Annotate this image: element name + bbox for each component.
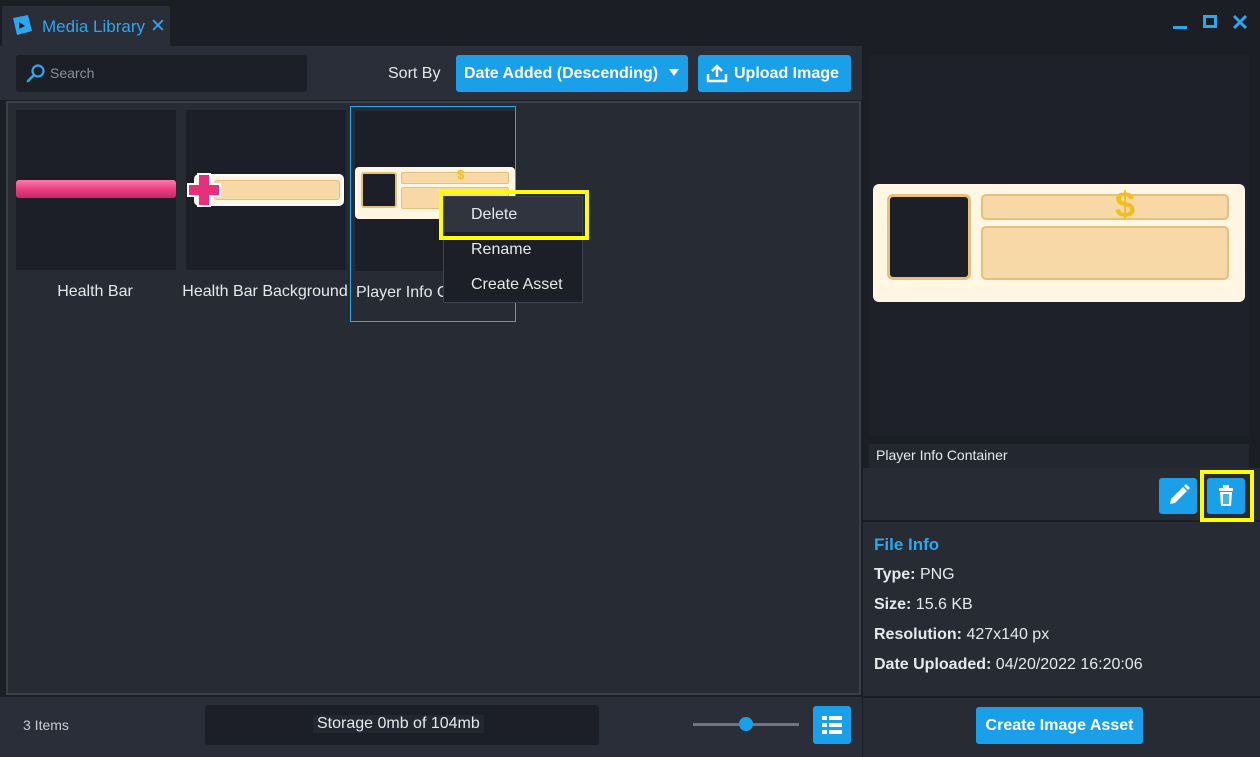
search-box[interactable]: [16, 55, 307, 92]
asset-label: Health Bar Background: [182, 283, 348, 300]
library-status-bar: 3 Items Storage 0mb of 104mb: [0, 697, 862, 757]
context-menu-rename[interactable]: Rename: [444, 232, 582, 267]
sort-dropdown-value: Date Added (Descending): [464, 64, 659, 82]
file-size-value: 15.6 KB: [915, 596, 973, 613]
asset-tile-health-bar[interactable]: Health Bar: [12, 106, 178, 322]
dollar-icon: $: [457, 167, 465, 182]
media-library-window: Media Library ✕ Sort By Date Added (: [0, 0, 1260, 757]
context-menu-delete[interactable]: Delete: [444, 197, 582, 232]
right-panel-footer: Create Image Asset: [863, 698, 1260, 757]
file-date-label: Date Uploaded:: [874, 656, 992, 673]
sort-dropdown[interactable]: Date Added (Descending): [456, 55, 688, 92]
search-input[interactable]: [50, 61, 300, 85]
asset-grid: Health Bar Health Bar Background $ Playe…: [6, 101, 861, 695]
asset-tile-health-bar-background[interactable]: Health Bar Background: [182, 106, 348, 322]
file-resolution-value: 427x140 px: [966, 626, 1050, 643]
preview-asset-name: Player Info Container: [869, 444, 1249, 468]
close-tab-icon[interactable]: ✕: [150, 15, 166, 38]
minimize-icon[interactable]: [1172, 14, 1188, 30]
file-type-label: Type:: [874, 566, 916, 583]
file-size-row: Size: 15.6 KB: [874, 596, 973, 614]
pencil-icon: [1170, 484, 1190, 504]
player-info-container-preview: $: [873, 184, 1245, 302]
context-menu: Delete Rename Create Asset: [443, 196, 583, 303]
sort-by-label: Sort By: [388, 65, 441, 82]
asset-thumbnail: [16, 110, 176, 270]
storage-indicator: Storage 0mb of 104mb: [205, 705, 599, 745]
asset-details-panel: $ Player Info Container File Info Type: …: [863, 46, 1260, 757]
file-date-row: Date Uploaded: 04/20/2022 16:20:06: [874, 656, 1143, 674]
window-controls: [1172, 14, 1248, 30]
storage-text: Storage 0mb of 104mb: [313, 715, 484, 733]
list-view-button[interactable]: [813, 706, 851, 744]
file-info-title: File Info: [874, 535, 940, 554]
tab-title: Media Library: [42, 17, 145, 36]
caret-down-icon: [669, 69, 679, 76]
dollar-icon: $: [1115, 184, 1136, 225]
asset-actions: [863, 468, 1260, 522]
upload-image-button[interactable]: Upload Image: [698, 55, 851, 92]
maximize-icon[interactable]: [1202, 14, 1218, 30]
file-date-value: 04/20/2022 16:20:06: [995, 656, 1143, 673]
upload-image-label: Upload Image: [734, 64, 839, 82]
file-info-section: File Info Type: PNG Size: 15.6 KB Resolu…: [863, 522, 1260, 696]
close-window-icon[interactable]: [1232, 14, 1248, 30]
library-toolbar: Sort By Date Added (Descending) Upload I…: [0, 46, 862, 100]
trash-icon: [1219, 485, 1233, 506]
create-image-asset-button[interactable]: Create Image Asset: [976, 707, 1143, 744]
file-resolution-label: Resolution:: [874, 626, 962, 643]
zoom-slider-handle[interactable]: [739, 717, 753, 731]
delete-button[interactable]: [1207, 478, 1245, 514]
file-type-row: Type: PNG: [874, 566, 955, 584]
asset-thumbnail: [186, 110, 346, 270]
file-size-label: Size:: [874, 596, 912, 613]
asset-preview: $: [869, 55, 1249, 436]
plus-cross-icon: [187, 173, 221, 207]
title-bar: Media Library ✕: [0, 0, 1260, 46]
list-view-icon: [822, 716, 842, 734]
tab-media-library[interactable]: Media Library ✕: [2, 6, 170, 46]
file-type-value: PNG: [919, 566, 955, 583]
edit-button[interactable]: [1159, 478, 1197, 514]
search-icon: [26, 64, 45, 83]
media-library-icon: [13, 15, 32, 35]
health-bar-image: [16, 180, 176, 198]
upload-icon: [706, 64, 728, 83]
asset-label: Health Bar: [57, 283, 133, 300]
file-resolution-row: Resolution: 427x140 px: [874, 626, 1049, 644]
context-menu-create-asset[interactable]: Create Asset: [444, 267, 582, 302]
items-count: 3 Items: [23, 717, 69, 733]
